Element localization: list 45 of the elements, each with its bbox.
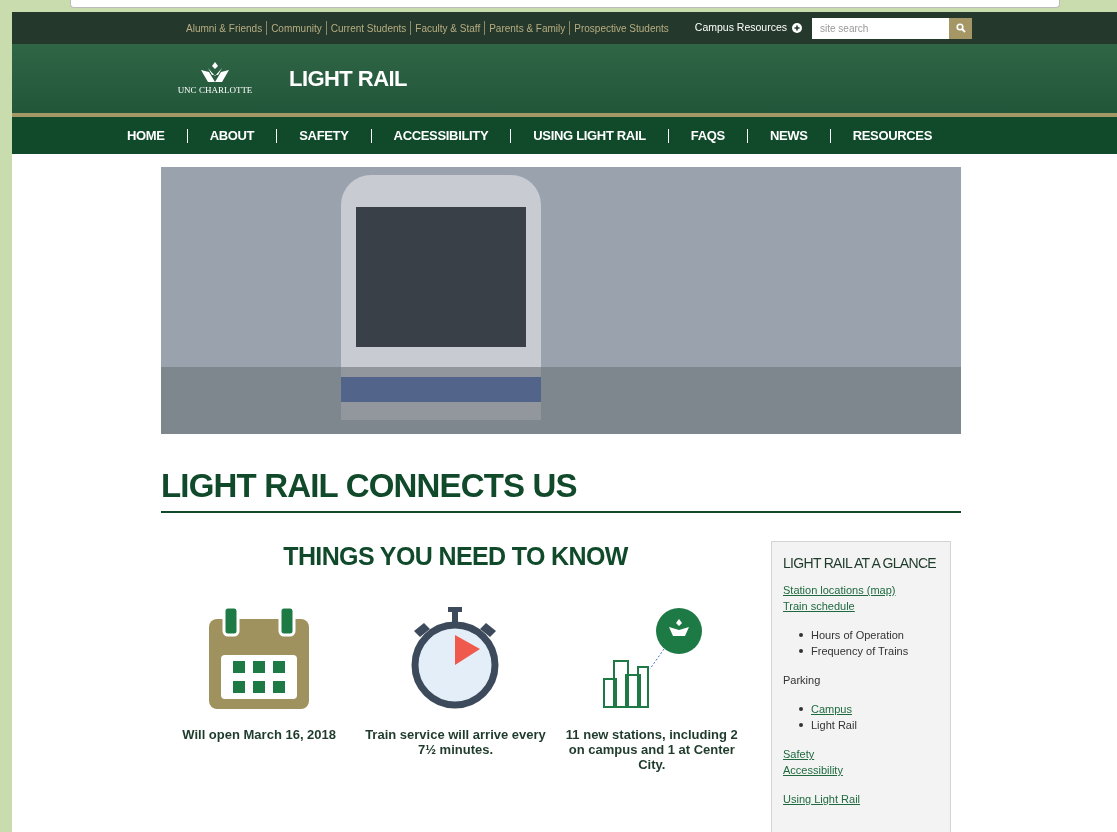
bullet-icon xyxy=(799,649,803,653)
plus-circle-icon xyxy=(792,23,802,33)
sidebar-title: LIGHT RAIL AT A GLANCE xyxy=(783,554,937,573)
utility-link[interactable]: Faculty & Staff xyxy=(415,20,481,36)
campus-resources-link[interactable]: Campus Resources xyxy=(694,20,802,36)
bullet-icon xyxy=(799,633,803,637)
nav-link[interactable]: ACCESSIBILITY xyxy=(393,125,489,146)
utility-link[interactable]: Alumni & Friends xyxy=(186,20,263,36)
sidebar-text: Hours of Operation xyxy=(811,628,904,643)
site-title[interactable]: LIGHT RAIL xyxy=(289,62,407,95)
search-icon xyxy=(955,23,966,33)
search-button[interactable] xyxy=(949,17,972,39)
utility-link[interactable]: Prospective Students xyxy=(574,20,669,36)
sidebar-link[interactable]: Campus xyxy=(811,701,852,717)
sidebar-link[interactable]: Station locations (map) xyxy=(783,582,896,598)
sidebar-link[interactable]: Accessibility xyxy=(783,762,843,778)
crown-logo-icon xyxy=(198,62,232,84)
section-heading: THINGS YOU NEED TO KNOW xyxy=(283,541,628,571)
bullet-icon xyxy=(799,707,803,711)
nav-link[interactable]: ABOUT xyxy=(209,125,255,146)
fact-caption: Will open March 16, 2018 xyxy=(181,727,338,742)
sidebar-link[interactable]: Train schedule xyxy=(783,598,855,614)
utility-link[interactable]: Parents & Family xyxy=(489,20,566,36)
nav-link[interactable]: RESOURCES xyxy=(852,125,933,146)
sidebar-link[interactable]: Safety xyxy=(783,746,815,762)
city-buildings-icon xyxy=(601,607,702,709)
search-field[interactable]: site search xyxy=(812,17,949,39)
fact-caption: 11 new stations, including 2 on campus and 1 at Center City. xyxy=(564,727,739,772)
sidebar-text: Parking xyxy=(783,673,821,688)
utility-link[interactable]: Current Students xyxy=(330,20,407,36)
sidebar-link[interactable]: Using Light Rail xyxy=(783,791,861,807)
sidebar-text: Frequency of Trains xyxy=(811,644,909,659)
sidebar-text: Light Rail xyxy=(811,718,857,733)
university-logo[interactable]: UNC CHARLOTTE xyxy=(171,62,259,95)
nav-link[interactable]: USING LIGHT RAIL xyxy=(533,125,646,146)
nav-link[interactable]: FAQS xyxy=(690,125,725,146)
bullet-icon xyxy=(799,723,803,727)
page-heading: LIGHT RAIL CONNECTS US xyxy=(161,466,577,506)
nav-link[interactable]: SAFETY xyxy=(299,125,349,146)
fact-caption: Train service will arrive every 7½ minutes. xyxy=(364,727,547,757)
nav-link[interactable]: NEWS xyxy=(769,125,808,146)
nav-link[interactable]: HOME xyxy=(126,125,165,146)
stopwatch-icon xyxy=(410,607,501,709)
utility-link[interactable]: Community xyxy=(271,20,322,36)
calendar-icon xyxy=(209,607,310,709)
